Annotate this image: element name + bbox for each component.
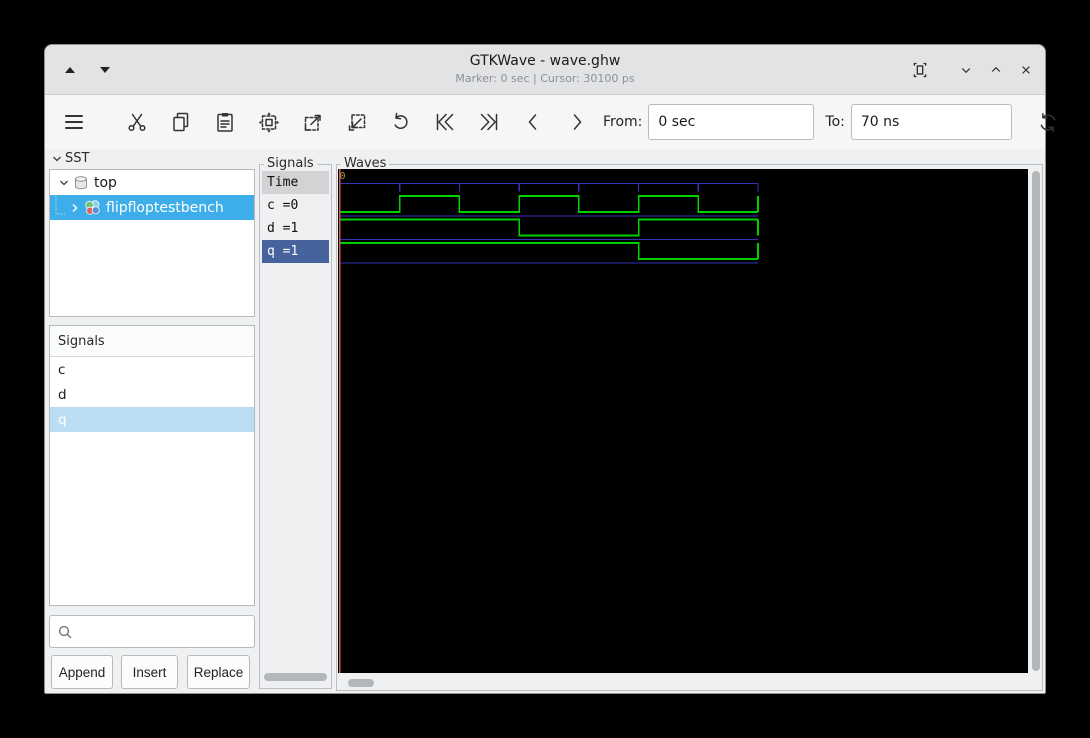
insert-button[interactable]: Insert [121, 655, 178, 689]
copy-icon [173, 112, 189, 132]
time-origin-label: 0 [340, 171, 346, 182]
cut-button[interactable] [125, 110, 149, 134]
row-label: d =1 [267, 221, 299, 236]
copy-button[interactable] [169, 110, 193, 134]
window-title: GTKWave - wave.ghw [469, 53, 621, 69]
signal-value-row-d[interactable]: d =1 [262, 217, 329, 240]
scrollbar-thumb[interactable] [1032, 171, 1040, 671]
signal-name: q [58, 411, 67, 428]
tree-item-flipfloptestbench[interactable]: flipfloptestbench [50, 195, 254, 220]
tree-connector [55, 195, 65, 214]
go-to-start-button[interactable] [433, 110, 457, 134]
module-icon [85, 200, 100, 215]
waves-hscrollbar[interactable] [338, 677, 1028, 689]
zoom-in-arrow-icon [348, 113, 366, 131]
signal-list-item-d[interactable]: d [50, 382, 254, 407]
undo-button[interactable] [389, 110, 413, 134]
expander-chevron-icon [60, 180, 68, 185]
toolbar: From: To: [45, 95, 1056, 149]
reload-icon [1040, 112, 1056, 132]
paste-icon [217, 113, 233, 132]
signal-list-header: Signals [50, 326, 254, 357]
sst-tree-panel: top flipfloptestbench [49, 169, 255, 317]
time-header-row[interactable]: Time [262, 171, 329, 194]
signal-search-panel: Signals c d q [49, 325, 255, 606]
scrollbar-thumb[interactable] [348, 679, 374, 687]
signal-value-row-c[interactable]: c =0 [262, 194, 329, 217]
menu-button[interactable] [57, 110, 91, 134]
titlebar: GTKWave - wave.ghw Marker: 0 sec | Curso… [45, 45, 1045, 95]
shift-right-button[interactable] [565, 110, 589, 134]
tree-item-top[interactable]: top [50, 170, 254, 195]
shift-left-button[interactable] [521, 110, 545, 134]
fullscreen-button[interactable] [907, 57, 933, 83]
tree-item-label: flipfloptestbench [106, 199, 224, 216]
zoom-out-arrow-icon [304, 114, 321, 131]
signal-search-box[interactable] [49, 615, 255, 648]
tree-item-label: top [94, 174, 117, 191]
signal-name: c [58, 361, 66, 378]
paste-button[interactable] [213, 110, 237, 134]
signal-list-item-q[interactable]: q [50, 407, 254, 432]
search-icon [58, 625, 72, 638]
expander-chevron-icon [53, 156, 61, 161]
sst-title: SST [65, 151, 90, 166]
zoom-out-full-button[interactable] [301, 110, 325, 134]
maximize-button[interactable] [983, 57, 1009, 83]
go-to-end-button[interactable] [477, 110, 501, 134]
reload-button[interactable] [1036, 110, 1060, 134]
signals-values-panel: Signals Time c =0 d =1 q =1 [259, 156, 332, 689]
from-input[interactable] [648, 104, 815, 140]
pane-divider[interactable] [255, 149, 258, 693]
gtkwave-window: GTKWave - wave.ghw Marker: 0 sec | Curso… [44, 44, 1056, 694]
chevron-right-icon [573, 114, 582, 130]
expander-chevron-icon [72, 203, 78, 212]
zoom-in-button[interactable] [345, 110, 369, 134]
row-label: q =1 [267, 244, 299, 259]
chevron-down-icon [961, 68, 971, 74]
zoom-fit-button[interactable] [257, 110, 281, 134]
signal-name: d [58, 386, 67, 403]
signals-panel-title: Signals [264, 156, 317, 171]
cut-icon [128, 113, 146, 132]
marker-cursor-status: Marker: 0 sec | Cursor: 30100 ps [455, 72, 635, 85]
close-icon [1022, 66, 1030, 74]
wave-plot: 0 [338, 169, 759, 673]
waves-panel: Waves 0 [336, 156, 1043, 691]
signal-list-item-c[interactable]: c [50, 357, 254, 382]
scrollbar-thumb[interactable] [264, 673, 327, 681]
scope-cylinder-icon [75, 175, 87, 189]
close-button[interactable] [1013, 57, 1039, 83]
wave-canvas[interactable]: 0 [338, 169, 1028, 673]
append-button[interactable]: Append [51, 655, 113, 689]
to-input[interactable] [850, 104, 1012, 140]
waves-vscrollbar[interactable] [1030, 169, 1042, 673]
minimize-button[interactable] [953, 57, 979, 83]
replace-button[interactable]: Replace [187, 655, 250, 689]
go-start-icon [436, 113, 454, 131]
sst-expander[interactable]: SST [51, 151, 89, 166]
menu-icon [65, 115, 83, 129]
from-label: From: [603, 114, 643, 130]
undo-icon [394, 112, 408, 129]
zoom-fit-icon [258, 111, 280, 133]
to-label: To: [825, 114, 845, 130]
signals-hscrollbar[interactable] [262, 671, 329, 683]
row-label: c =0 [267, 198, 299, 213]
fullscreen-icon [913, 62, 927, 78]
row-label: Time [267, 175, 299, 190]
chevron-up-icon [991, 66, 1001, 72]
go-end-icon [480, 113, 498, 131]
chevron-left-icon [528, 114, 537, 130]
signal-value-row-q[interactable]: q =1 [262, 240, 329, 263]
